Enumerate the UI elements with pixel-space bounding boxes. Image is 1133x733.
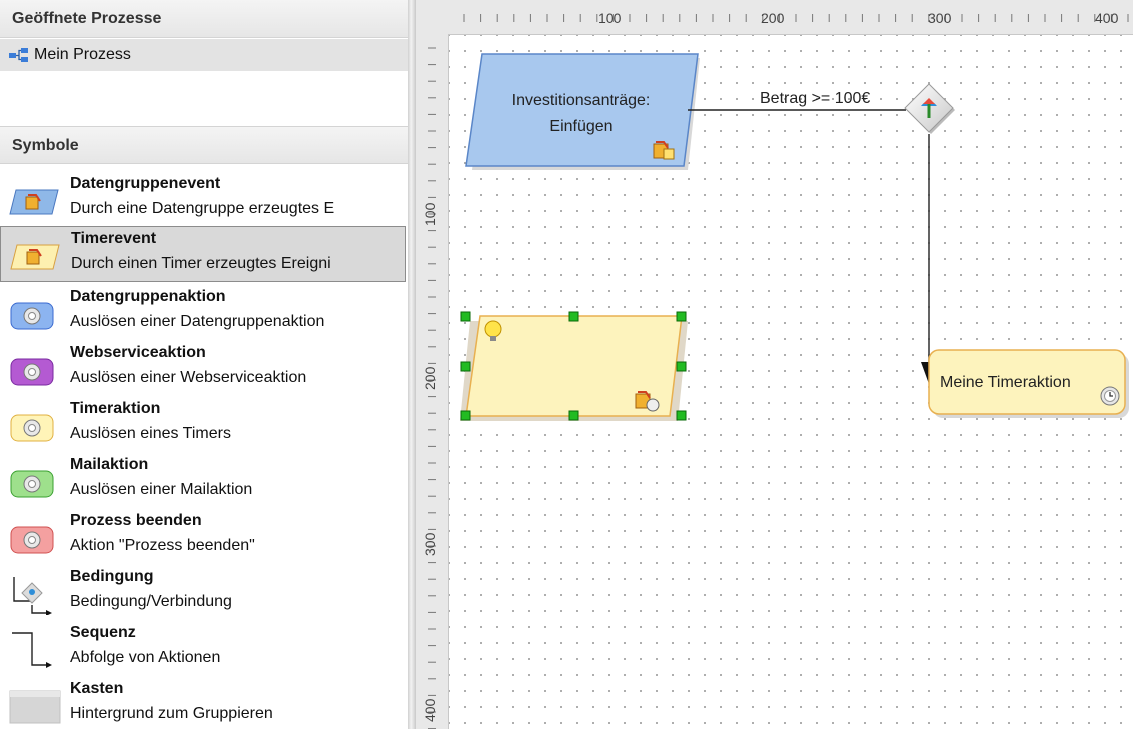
symbol-description: Hintergrund zum Gruppieren <box>70 705 273 722</box>
ruler-left: 100 200 300 400 <box>416 34 449 730</box>
symbol-description: Abfolge von Aktionen <box>70 649 221 666</box>
symbol-description: Bedingung/Verbindung <box>70 593 232 610</box>
symbol-item[interactable]: Kasten Hintergrund zum Gruppieren <box>0 677 406 733</box>
ruler-top-label: 200 <box>761 10 785 26</box>
symbol-title: Datengruppenaktion <box>70 288 226 305</box>
ruler-top-ticks <box>463 14 1129 22</box>
left-panel: Geöffnete Prozesse Mein Prozess Symbole … <box>0 0 408 729</box>
ruler-left-label: 400 <box>422 698 438 722</box>
symbol-title: Mailaktion <box>70 456 149 473</box>
symbol-description: Auslösen einer Datengruppenaktion <box>70 313 325 330</box>
symbol-title: Datengruppenevent <box>70 175 221 192</box>
ruler-corner <box>416 0 449 35</box>
symbol-item[interactable]: Datengruppenaktion Auslösen einer Datengr… <box>0 285 406 341</box>
process-list-item[interactable]: Mein Prozess <box>0 39 408 71</box>
sequence-icon <box>12 632 52 668</box>
ruler-top-label: 100 <box>598 10 622 26</box>
ruler-top-label: 400 <box>1095 10 1119 26</box>
symbol-item[interactable]: Webserviceaktion Auslösen einer Webservic… <box>0 341 406 397</box>
symbol-item[interactable]: Sequenz Abfolge von Aktionen <box>0 621 406 677</box>
symbol-description: Durch einen Timer erzeugtes Ereigni <box>71 255 331 272</box>
process-item-label: Mein Prozess <box>34 46 131 63</box>
ruler-left-label: 200 <box>422 366 438 390</box>
panel-splitter[interactable] <box>408 0 416 729</box>
end-process-icon <box>10 526 54 554</box>
webservice-action-icon <box>10 358 54 386</box>
symbol-title: Bedingung <box>70 568 154 585</box>
mail-action-icon <box>10 470 54 498</box>
timer-action-label: Meine Timeraktion <box>940 374 1071 391</box>
symbol-item[interactable]: Mailaktion Auslösen einer Mailaktion <box>0 453 406 509</box>
ruler-left-label: 100 <box>422 202 438 226</box>
open-processes-header: Geöffnete Prozesse <box>0 0 408 38</box>
symbol-title: Prozess beenden <box>70 512 202 529</box>
symbol-title: Webserviceaktion <box>70 344 206 361</box>
symbol-description: Durch eine Datengruppe erzeugtes E <box>70 200 335 217</box>
datagroup-event-icon <box>9 189 59 215</box>
symbol-description: Auslösen eines Timers <box>70 425 231 442</box>
symbol-item[interactable]: Prozess beenden Aktion "Prozess beenden" <box>0 509 406 565</box>
symbol-title: Kasten <box>70 680 124 697</box>
symbol-title: Timerevent <box>71 230 157 247</box>
symbol-item[interactable]: Timerevent Durch einen Timer erzeugtes Er… <box>0 226 406 282</box>
symbol-description: Aktion "Prozess beenden" <box>70 537 255 554</box>
event-node-label: Investitionsanträge: Einfügen <box>476 88 686 140</box>
condition-icon <box>13 577 52 615</box>
condition-label[interactable]: Betrag >= 100€ <box>760 90 870 108</box>
event-node-label-line: Investitionsanträge: <box>511 92 651 109</box>
symbol-description: Auslösen einer Webserviceaktion <box>70 369 307 386</box>
symbol-item[interactable]: Bedingung Bedingung/Verbindung <box>0 565 406 621</box>
datagroup-action-icon <box>10 302 54 330</box>
symbol-title: Timeraktion <box>70 400 161 417</box>
timer-event-icon <box>10 244 60 270</box>
ruler-top-label: 300 <box>928 10 952 26</box>
symbol-item[interactable]: Datengruppenevent Durch eine Datengruppe … <box>0 172 406 228</box>
symbols-header: Symbole <box>0 126 408 164</box>
process-icon <box>9 48 28 62</box>
event-node-label-line: Einfügen <box>549 118 613 135</box>
timer-action-icon <box>10 414 54 442</box>
symbol-title: Sequenz <box>70 624 136 641</box>
ruler-top: 100 200 300 400 <box>448 0 1133 35</box>
symbol-item[interactable]: Timeraktion Auslösen eines Timers <box>0 397 406 453</box>
symbol-description: Auslösen einer Mailaktion <box>70 481 253 498</box>
ruler-left-label: 300 <box>422 532 438 556</box>
box-icon <box>9 690 61 724</box>
